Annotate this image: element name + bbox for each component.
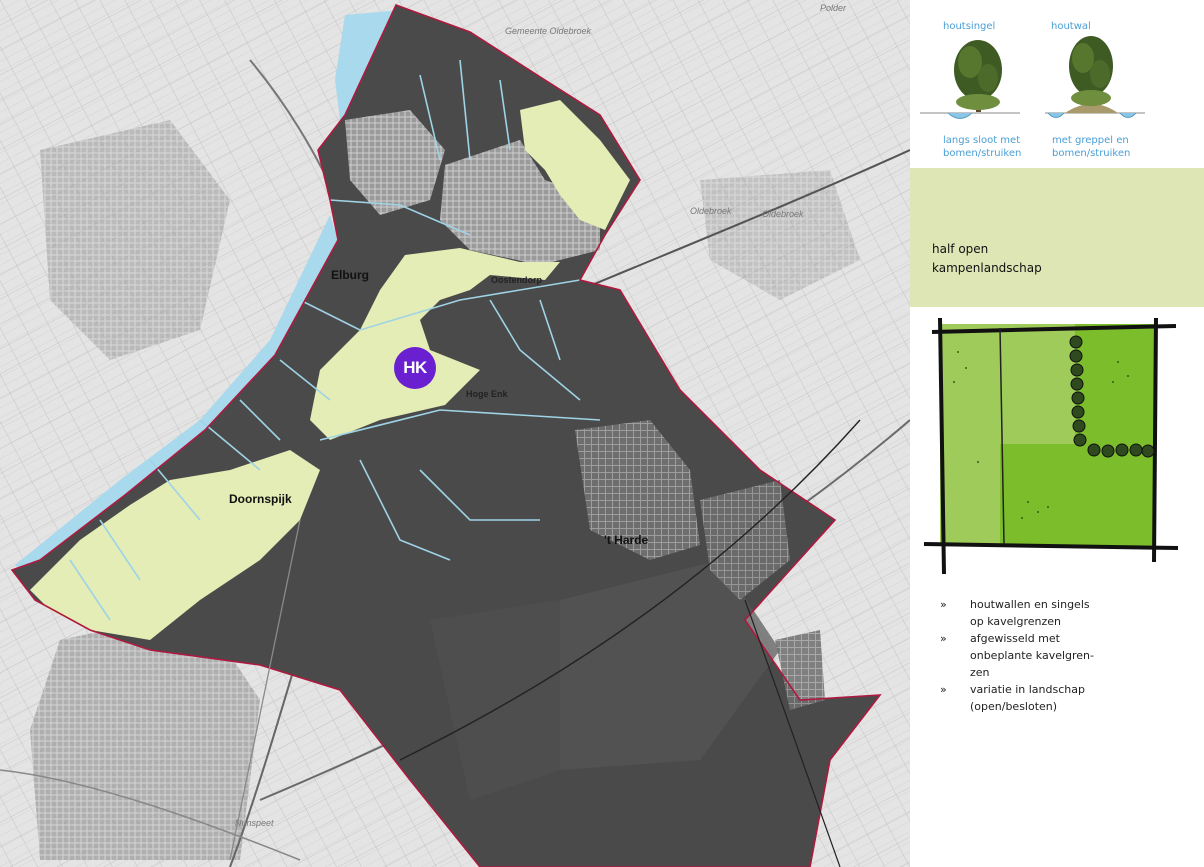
- hk-location-marker[interactable]: HK: [394, 347, 436, 389]
- bullet-text-line: op kavelgrenzen: [970, 615, 1061, 628]
- map-label-oldebroek-1: Oldebroek: [690, 206, 732, 216]
- houtwal-caption-line-1: met greppel en: [1052, 135, 1129, 146]
- map-label-elburg: Elburg: [331, 268, 369, 282]
- map-label-oostendorp: Oostendorp: [491, 275, 542, 285]
- houtsingel-tree-icon: [920, 40, 1020, 119]
- legend-panel: houtsingel houtwal langs sloot met bomen…: [910, 0, 1204, 867]
- bullet-text-line: onbeplante kavelgren-: [970, 649, 1095, 662]
- hedge-type-diagram: houtsingel houtwal langs sloot met bomen…: [910, 0, 1204, 168]
- list-item: » variatie in landschap (open/besloten): [940, 681, 1190, 715]
- houtsingel-caption-line-2: bomen/struiken: [943, 148, 1022, 159]
- map-label-t-harde: 't Harde: [604, 533, 649, 547]
- bullet-text-line: (open/besloten): [970, 700, 1058, 713]
- sketch-border-right: [1152, 317, 1158, 563]
- map-label-oldebroek-2: Oldebroek: [762, 209, 804, 219]
- parcel-open-field: [940, 324, 1000, 546]
- map-label-zuiderzee: Gemeente Oldebroek: [505, 26, 592, 36]
- list-item: » afgewisseld met onbeplante kavelgren- …: [940, 630, 1190, 681]
- bullet-marker: »: [940, 683, 947, 696]
- bullet-marker: »: [940, 598, 947, 611]
- bullet-text-line: variatie in landschap: [970, 683, 1085, 696]
- landscape-title-line-1: half open: [932, 242, 989, 256]
- houtwal-tree-icon: [1045, 36, 1145, 118]
- map-label-nunspeet: Nunspeet: [235, 818, 274, 828]
- map-label-hoge-enk: Hoge Enk: [466, 389, 508, 399]
- map-label-polder: Polder: [820, 3, 847, 13]
- landscape-type-title: half open kampenlandschap: [932, 240, 1042, 278]
- list-item: » houtwallen en singels op kavelgrenzen: [940, 596, 1190, 630]
- houtsingel-caption-line-1: langs sloot met: [943, 135, 1021, 146]
- map-label-doornspijk: Doornspijk: [229, 492, 292, 506]
- bullet-marker: »: [940, 632, 947, 645]
- landscape-title-line-2: kampenlandschap: [932, 261, 1042, 275]
- bullet-text-line: zen: [970, 666, 990, 679]
- houtwal-caption-line-2: bomen/struiken: [1052, 148, 1131, 159]
- houtwal-caption: met greppel en bomen/struiken: [1052, 134, 1130, 160]
- map-canvas: [0, 0, 910, 867]
- landscape-type-box: half open kampenlandschap: [910, 168, 1204, 307]
- characteristics-list: » houtwallen en singels op kavelgrenzen …: [940, 596, 1190, 715]
- bullet-text-line: afgewisseld met: [970, 632, 1060, 645]
- parcel-sketch: [923, 317, 1179, 575]
- bullet-text-line: houtwallen en singels: [970, 598, 1090, 611]
- houtsingel-caption: langs sloot met bomen/struiken: [943, 134, 1021, 160]
- parcel-subfield: [1000, 324, 1075, 444]
- topographic-map[interactable]: Gemeente Oldebroek Polder Oldebroek Olde…: [0, 0, 910, 867]
